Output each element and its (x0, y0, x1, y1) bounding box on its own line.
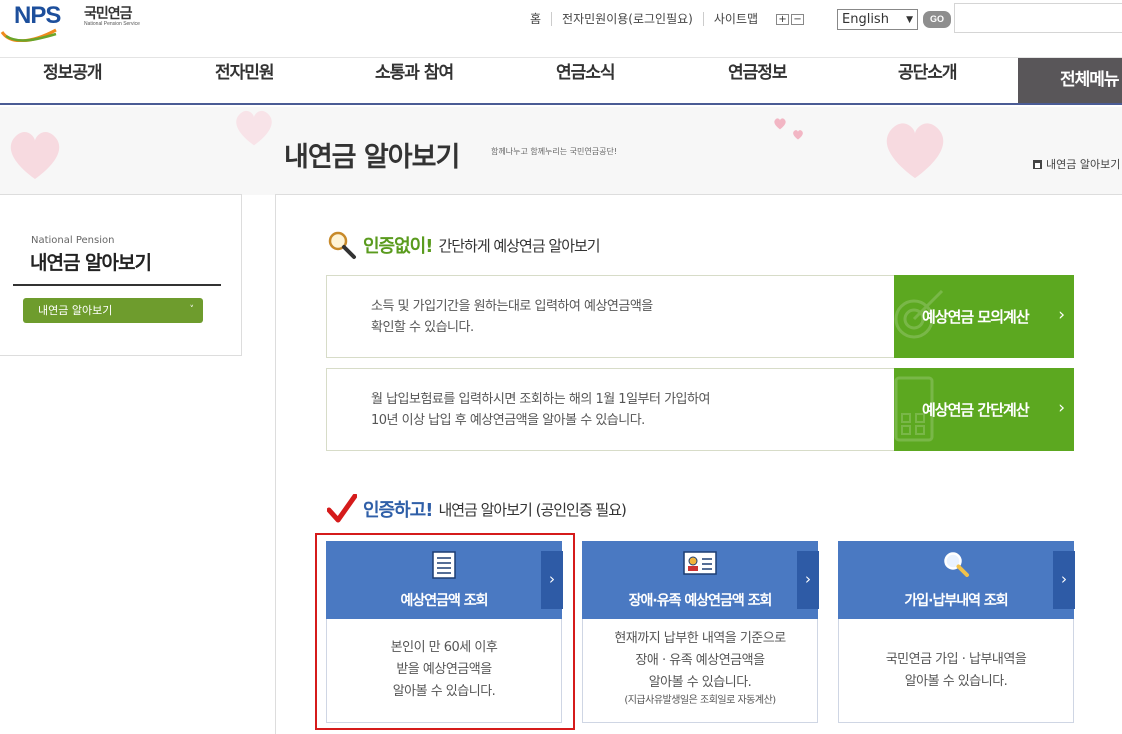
card-subscription-payment-body: 국민연금 가입 · 납부내역을 알아볼 수 있습니다. (839, 649, 1073, 693)
heart-decoration-icon (10, 131, 60, 179)
zoom-out-button[interactable]: − (791, 13, 805, 25)
section-auth-sub: 내연금 알아보기 (공인인증 필요) (438, 500, 626, 519)
home-icon[interactable] (1033, 159, 1042, 169)
lnb-english-title: National Pension (31, 235, 115, 246)
gnb-pension-news[interactable]: 연금소식 (556, 58, 616, 103)
card-expected-pension-header[interactable]: 예상연금액 조회 › (326, 541, 563, 619)
logo-english: National Pension Service (84, 21, 140, 27)
card-disability-survivor-title: 장애·유족 예상연금액 조회 (628, 593, 773, 609)
gnb-communication[interactable]: 소통과 참여 (375, 58, 454, 103)
chevron-down-icon: ˅ (189, 305, 195, 315)
calc-mock-line1: 소득 및 가입기간을 원하는대로 입력하여 예상연금액을 (371, 299, 653, 314)
section-no-auth-strong: 인증없이! (363, 236, 433, 257)
heart-decoration-icon (886, 123, 944, 179)
card-line: 알아볼 수 있습니다. (904, 674, 1008, 689)
sitemap-link[interactable]: 사이트맵 (704, 12, 768, 26)
zoom-in-button[interactable]: + (776, 13, 790, 25)
card-line: 알아볼 수 있습니다. (392, 684, 496, 699)
card-line: 국민연금 가입 · 납부내역을 (885, 652, 1027, 667)
calc-simple-line2: 10년 이상 납입 후 예상연금액을 알아볼 수 있습니다. (371, 413, 645, 428)
calc-box-simple: 월 납입보험료를 입력하시면 조회하는 해의 1월 1일부터 가입하여 10년 … (326, 368, 1074, 451)
section-no-auth-sub: 간단하게 예상연금 알아보기 (438, 236, 600, 255)
search-input[interactable] (954, 3, 1122, 33)
card-disability-survivor[interactable]: 장애·유족 예상연금액 조회 › 현재까지 납부한 내역을 기준으로 장애 · … (582, 541, 819, 723)
chevron-right-icon[interactable]: › (1053, 551, 1075, 609)
left-navigation: National Pension 내연금 알아보기 내연금 알아보기 ˅ (0, 194, 242, 356)
target-icon (894, 289, 944, 339)
simple-calc-label: 예상연금 간단계산 (922, 401, 1030, 419)
chevron-right-icon: › (1058, 305, 1065, 325)
top-utility-bar: NPS 국민연금 National Pension Service 홈 전자민원… (0, 0, 1122, 58)
language-go-button[interactable]: GO (923, 11, 951, 28)
card-subscription-payment[interactable]: 가입·납부내역 조회 › 국민연금 가입 · 납부내역을 알아볼 수 있습니다. (838, 541, 1075, 723)
language-select[interactable]: English ▼ (837, 9, 918, 30)
id-card-icon (683, 551, 717, 575)
chevron-right-icon: › (1058, 398, 1065, 418)
lnb-divider (13, 284, 221, 286)
heart-decoration-icon (793, 130, 803, 140)
lnb-dropdown[interactable]: 내연금 알아보기 ˅ (23, 298, 203, 323)
breadcrumb-current[interactable]: 내연금 알아보기 (1046, 156, 1120, 172)
home-link[interactable]: 홈 (520, 12, 553, 26)
logo-text: NPS (14, 2, 61, 29)
gnb-about[interactable]: 공단소개 (898, 58, 958, 103)
nps-logo[interactable]: NPS 국민연금 National Pension Service (0, 0, 150, 44)
page-slogan: 함께나누고 함께누리는 국민연금공단! (491, 147, 618, 156)
mock-calc-button[interactable]: 예상연금 모의계산 › (894, 275, 1074, 358)
utility-links: 홈 전자민원이용(로그인필요) 사이트맵 + − (520, 9, 805, 29)
lnb-title: 내연금 알아보기 (30, 252, 152, 274)
heart-decoration-icon (774, 118, 786, 130)
card-expected-pension-title: 예상연금액 조회 (400, 593, 488, 609)
calculator-icon (894, 376, 934, 442)
calc-mock-line2: 확인할 수 있습니다. (371, 320, 474, 335)
simple-calc-button[interactable]: 예상연금 간단계산 › (894, 368, 1074, 451)
card-line: 현재까지 납부한 내역을 기준으로 (614, 631, 786, 646)
card-line: 장애 · 유족 예상연금액을 (635, 653, 765, 668)
card-note: (지급사유발생일은 조회일로 자동계산) (624, 695, 776, 706)
section-auth-strong: 인증하고! (363, 500, 433, 521)
heart-decoration-icon (236, 110, 272, 146)
card-expected-pension-body: 본인이 만 60세 이후 받을 예상연금액을 알아볼 수 있습니다. (327, 637, 561, 703)
section-auth-heading: 인증하고! 내연금 알아보기 (공인인증 필요) (327, 494, 627, 524)
checkmark-icon (327, 494, 357, 523)
calc-simple-description: 월 납입보험료를 입력하시면 조회하는 해의 1월 1일부터 가입하여 10년 … (371, 389, 710, 431)
calc-simple-line1: 월 납입보험료를 입력하시면 조회하는 해의 1월 1일부터 가입하여 (371, 392, 710, 407)
gnb-info-disclosure[interactable]: 정보공개 (43, 58, 103, 103)
card-disability-survivor-body: 현재까지 납부한 내역을 기준으로 장애 · 유족 예상연금액을 알아볼 수 있… (583, 628, 817, 707)
logo-korean: 국민연금 (84, 6, 133, 22)
breadcrumb: 내연금 알아보기 (1033, 156, 1120, 172)
card-disability-survivor-header[interactable]: 장애·유족 예상연금액 조회 › (582, 541, 819, 619)
card-line: 본인이 만 60세 이후 (390, 640, 498, 655)
chevron-right-icon[interactable]: › (797, 551, 819, 609)
calc-mock-description: 소득 및 가입기간을 원하는대로 입력하여 예상연금액을 확인할 수 있습니다. (371, 296, 653, 338)
lnb-dropdown-label: 내연금 알아보기 (38, 304, 113, 317)
main-navigation: 정보공개 전자민원 소통과 참여 연금소식 연금정보 공단소개 전체메뉴 (0, 58, 1122, 105)
magnifier-icon (328, 231, 356, 259)
language-value: English (842, 12, 889, 27)
document-icon (432, 551, 456, 579)
gnb-pension-info[interactable]: 연금정보 (728, 58, 788, 103)
page-title: 내연금 알아보기 (284, 142, 460, 173)
zoom-controls: + − (776, 13, 805, 25)
card-subscription-payment-title: 가입·납부내역 조회 (904, 593, 1008, 609)
chevron-down-icon: ▼ (906, 14, 913, 25)
card-line: 받을 예상연금액을 (396, 662, 492, 677)
section-no-auth-heading: 인증없이! 간단하게 예상연금 알아보기 (327, 230, 601, 260)
card-line: 알아볼 수 있습니다. (648, 675, 752, 690)
calc-box-mock: 소득 및 가입기간을 원하는대로 입력하여 예상연금액을 확인할 수 있습니다.… (326, 275, 1074, 358)
card-expected-pension[interactable]: 예상연금액 조회 › 본인이 만 60세 이후 받을 예상연금액을 알아볼 수 … (326, 541, 563, 723)
search-icon (944, 552, 969, 577)
chevron-right-icon[interactable]: › (541, 551, 563, 609)
all-menu-button[interactable]: 전체메뉴 (1018, 58, 1122, 103)
gnb-e-civil[interactable]: 전자민원 (215, 58, 275, 103)
card-subscription-payment-header[interactable]: 가입·납부내역 조회 › (838, 541, 1075, 619)
e-civil-link[interactable]: 전자민원이용(로그인필요) (552, 12, 704, 26)
